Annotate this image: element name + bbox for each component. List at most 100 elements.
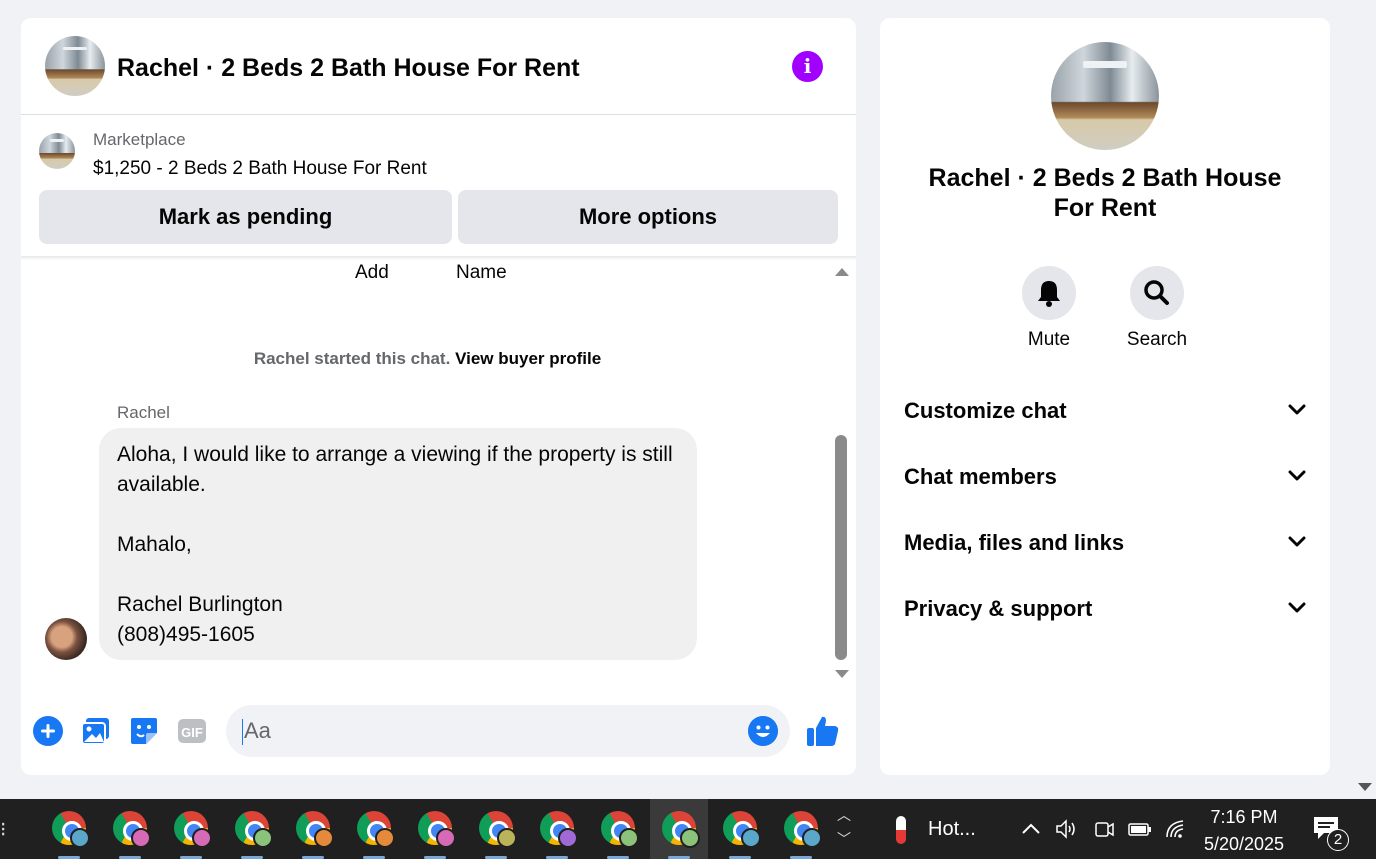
clock-time: 7:16 PM: [1210, 807, 1278, 827]
clock-date: 5/20/2025: [1203, 834, 1285, 854]
chat-started-text: Rachel started this chat.: [253, 349, 451, 368]
listing-thumbnail[interactable]: [39, 133, 75, 169]
privacy-support-label: Privacy & support: [904, 596, 1093, 621]
photo-icon[interactable]: [80, 715, 112, 747]
taskbar-chrome-app[interactable]: [284, 799, 342, 859]
taskbar-chrome-app[interactable]: [589, 799, 647, 859]
sender-avatar[interactable]: [45, 618, 87, 660]
mark-as-pending-button[interactable]: Mark as pending: [39, 190, 452, 244]
profile-badge-icon: [619, 828, 639, 848]
profile-badge-icon: [253, 828, 273, 848]
battery-icon[interactable]: [1127, 817, 1153, 841]
message-scrollbar[interactable]: [831, 264, 851, 684]
profile-badge-icon: [314, 828, 334, 848]
scroll-down-arrow-icon[interactable]: [835, 670, 849, 678]
taskbar-chrome-app[interactable]: [40, 799, 98, 859]
more-options-button[interactable]: More options: [458, 190, 838, 244]
info-icon[interactable]: i: [792, 51, 823, 82]
wifi-icon[interactable]: [1164, 817, 1190, 841]
chat-panel: Rachel · 2 Beds 2 Bath House For Rent i …: [21, 18, 856, 775]
privacy-support-row[interactable]: Privacy & support: [904, 589, 1306, 629]
chat-members-label: Chat members: [904, 464, 1057, 489]
faded-add-label: Add: [355, 262, 389, 283]
profile-badge-icon: [802, 828, 822, 848]
profile-badge-icon: [131, 828, 151, 848]
info-listing-photo[interactable]: [1051, 42, 1159, 150]
profile-badge-icon: [680, 828, 700, 848]
volume-icon[interactable]: [1054, 817, 1078, 841]
system-clock[interactable]: 7:16 PM 5/20/2025: [1196, 804, 1292, 858]
chevron-down-icon: [1288, 602, 1306, 613]
bell-icon: [1038, 281, 1060, 307]
listing-source-label: Marketplace: [93, 130, 186, 149]
chat-info-panel: Rachel · 2 Beds 2 Bath House For Rent Mu…: [880, 18, 1330, 775]
search-icon: [1144, 280, 1169, 305]
emoji-icon[interactable]: [748, 716, 778, 746]
faded-name-label: Name: [456, 262, 507, 283]
message-input-placeholder: Aa: [244, 718, 271, 743]
info-title: Rachel · 2 Beds 2 Bath House For Rent: [928, 164, 1282, 222]
plus-circle-icon[interactable]: [32, 715, 64, 747]
profile-badge-icon: [741, 828, 761, 848]
scrollbar-thumb[interactable]: [835, 435, 847, 660]
media-files-links-label: Media, files and links: [904, 530, 1125, 555]
view-buyer-profile-link[interactable]: View buyer profile: [455, 349, 601, 368]
thumbs-up-icon[interactable]: [805, 713, 841, 749]
taskbar-chrome-app[interactable]: [528, 799, 586, 859]
taskbar-chrome-app[interactable]: [162, 799, 220, 859]
chat-members-row[interactable]: Chat members: [904, 457, 1306, 497]
message-bubble[interactable]: Aloha, I would like to arrange a viewing…: [99, 428, 697, 660]
actions-shadow: [21, 256, 856, 260]
media-files-links-row[interactable]: Media, files and links: [904, 523, 1306, 563]
chat-title[interactable]: Rachel · 2 Beds 2 Bath House For Rent: [117, 54, 580, 83]
mute-label: Mute: [1027, 329, 1071, 350]
taskbar-chrome-app[interactable]: [406, 799, 464, 859]
customize-chat-row[interactable]: Customize chat: [904, 391, 1306, 431]
message-input[interactable]: Aa: [226, 705, 790, 757]
customize-chat-label: Customize chat: [904, 398, 1067, 423]
profile-badge-icon: [70, 828, 90, 848]
listing-avatar[interactable]: [45, 36, 105, 96]
taskbar-chrome-app[interactable]: [467, 799, 525, 859]
taskbar-chrome-app[interactable]: [772, 799, 830, 859]
profile-badge-icon: [192, 828, 212, 848]
listing-title-link[interactable]: $1,250 - 2 Beds 2 Bath House For Rent: [93, 158, 427, 180]
mute-button[interactable]: [1022, 266, 1076, 320]
gif-icon[interactable]: GIF: [176, 715, 208, 747]
message-sender-name: Rachel: [117, 403, 170, 422]
chevron-down-icon: [1288, 470, 1306, 481]
meet-now-icon[interactable]: [1093, 817, 1115, 841]
chevron-down-icon: [1288, 536, 1306, 547]
notification-center-button[interactable]: 2: [1312, 815, 1352, 851]
header-divider: [21, 114, 856, 115]
profile-badge-icon: [558, 828, 578, 848]
taskbar-chrome-app[interactable]: [101, 799, 159, 859]
taskbar: ⁝ ︿ ﹀ Hot... 7:16 PM 5/20/2025 2: [0, 799, 1376, 859]
chevron-up-icon[interactable]: [1020, 817, 1042, 841]
profile-badge-icon: [436, 828, 456, 848]
profile-badge-icon: [375, 828, 395, 848]
message-text: Aloha, I would like to arrange a viewing…: [117, 443, 673, 646]
svg-text:GIF: GIF: [181, 725, 203, 740]
chat-started-notice: Rachel started this chat. View buyer pro…: [21, 349, 834, 369]
taskbar-chrome-app[interactable]: [650, 799, 708, 859]
thermometer-icon: [896, 815, 906, 844]
chevron-down-icon[interactable]: ﹀: [835, 827, 853, 851]
search-label: Search: [1126, 329, 1188, 350]
taskbar-scroll[interactable]: ︿ ﹀: [835, 803, 853, 855]
page-scroll-down-arrow-icon[interactable]: [1358, 783, 1372, 791]
text-caret: [242, 719, 243, 746]
search-button[interactable]: [1130, 266, 1184, 320]
profile-badge-icon: [497, 828, 517, 848]
chevron-up-icon[interactable]: ︿: [835, 803, 853, 827]
taskbar-edge-icon[interactable]: ⁝: [0, 817, 12, 845]
weather-text: Hot...: [928, 818, 976, 840]
taskbar-chrome-app[interactable]: [223, 799, 281, 859]
chevron-down-icon: [1288, 404, 1306, 415]
notification-count-badge: 2: [1327, 829, 1349, 851]
taskbar-chrome-app[interactable]: [345, 799, 403, 859]
sticker-icon[interactable]: [128, 715, 160, 747]
weather-widget[interactable]: Hot...: [886, 813, 976, 845]
scroll-up-arrow-icon[interactable]: [835, 268, 849, 276]
taskbar-chrome-app[interactable]: [711, 799, 769, 859]
